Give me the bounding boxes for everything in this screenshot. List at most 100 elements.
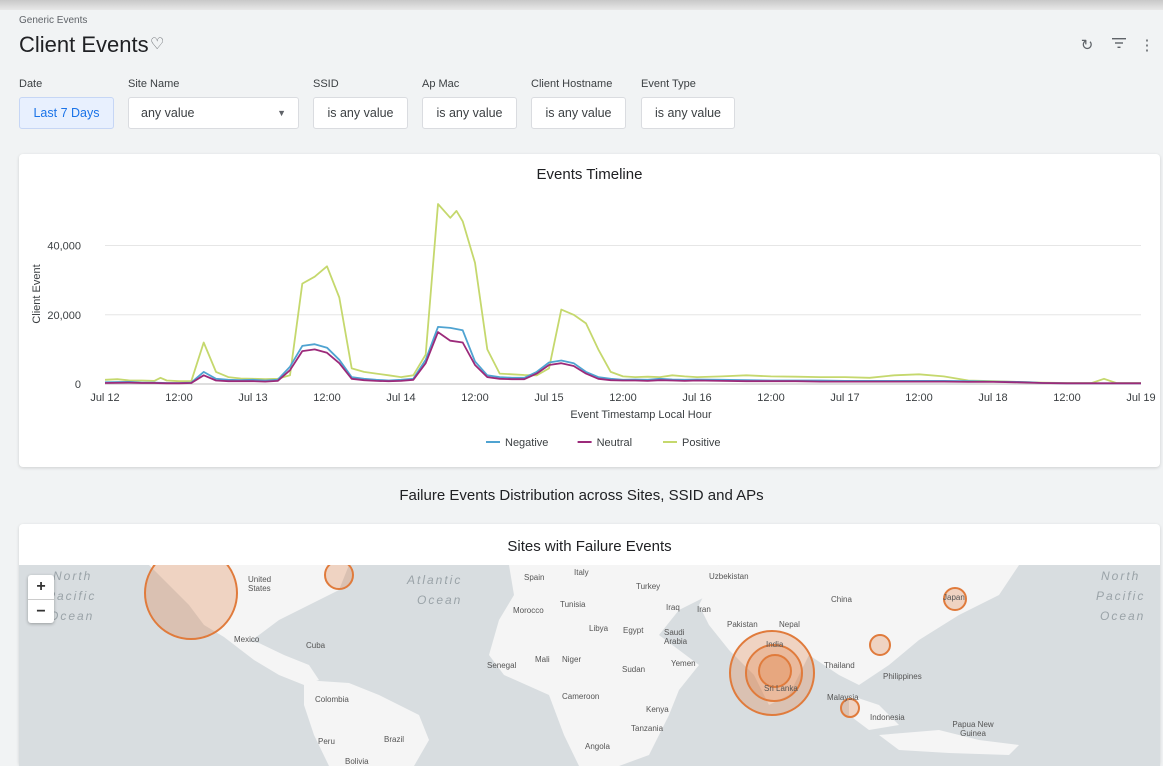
country-label: Angola [585, 742, 610, 751]
country-label: Libya [589, 624, 609, 633]
zoom-out-button[interactable]: − [28, 599, 54, 623]
ocean-label: Ocean [417, 593, 463, 607]
x-tick-label: Jul 16 [682, 392, 711, 404]
country-label: Indonesia [870, 713, 905, 722]
filter-icon[interactable] [1110, 36, 1128, 53]
x-axis-label: Event Timestamp Local Hour [570, 409, 712, 421]
country-label: Spain [524, 573, 545, 582]
zoom-in-button[interactable]: + [28, 575, 54, 599]
legend-label: Neutral [597, 437, 632, 449]
x-tick-label: Jul 19 [1126, 392, 1155, 404]
country-label: Pakistan [727, 620, 758, 629]
x-tick-label: Jul 14 [386, 392, 415, 404]
x-tick-label: Jul 15 [534, 392, 563, 404]
site-name-select[interactable]: any value ▼ [128, 97, 299, 129]
country-label: Turkey [636, 582, 661, 591]
country-label: Uzbekistan [709, 572, 749, 581]
country-label: Papua New Guinea [952, 720, 994, 738]
x-tick-label: Jul 12 [90, 392, 119, 404]
x-tick-label: 12:00 [609, 392, 637, 404]
heart-icon[interactable]: ♡ [150, 34, 164, 54]
country-label: Italy [574, 568, 589, 577]
y-axis-label: Client Event [31, 264, 43, 323]
country-label: Malaysia [827, 693, 859, 702]
x-tick-label: Jul 18 [978, 392, 1007, 404]
x-tick-label: 12:00 [461, 392, 489, 404]
ocean-label: North [53, 569, 93, 583]
ocean-label: Ocean [1100, 609, 1146, 623]
country-label: Bolivia [345, 757, 369, 766]
x-tick-label: 12:00 [905, 392, 933, 404]
x-tick-label: Jul 17 [830, 392, 859, 404]
ssid-filter-button[interactable]: is any value [313, 97, 408, 129]
country-label: Colombia [315, 695, 349, 704]
dashboard-header: Generic Events Client Events ♡ ↻ ⋮ Date … [0, 10, 1163, 145]
country-label: Nepal [779, 620, 800, 629]
country-label: Mali [535, 655, 550, 664]
date-filter-button[interactable]: Last 7 Days [19, 97, 114, 129]
series-line-negative [104, 326, 1141, 385]
legend-label: Negative [505, 437, 548, 449]
country-label: Yemen [671, 659, 696, 668]
country-label: India [766, 640, 784, 649]
country-label: Peru [318, 737, 335, 746]
refresh-icon[interactable]: ↻ [1078, 36, 1096, 54]
country-label: Japan [943, 593, 965, 602]
more-vert-icon[interactable]: ⋮ [1138, 36, 1156, 54]
y-tick-label: 0 [75, 379, 81, 391]
client-hostname-filter-button[interactable]: is any value [531, 97, 626, 129]
filter-label-ssid: SSID [313, 78, 339, 90]
country-label: Morocco [513, 606, 544, 615]
failure-sites-map[interactable]: North Pacific Ocean Atlantic Ocean North… [19, 565, 1160, 766]
country-label: Iraq [666, 603, 680, 612]
country-label: Kenya [646, 705, 669, 714]
section-title: Failure Events Distribution across Sites… [399, 487, 764, 504]
map-zoom-control: + − [28, 575, 54, 623]
x-tick-label: 12:00 [313, 392, 341, 404]
site-name-select-value: any value [141, 106, 195, 120]
filter-label-client-hostname: Client Hostname [531, 78, 613, 90]
ocean-label: Pacific [1096, 589, 1146, 603]
country-label: Senegal [487, 661, 517, 670]
country-label: China [831, 595, 852, 604]
country-label: Tunisia [560, 600, 586, 609]
country-label: United States [248, 575, 272, 593]
legend-label: Positive [682, 437, 721, 449]
events-timeline-chart: 0 20,000 40,000 Jul 12 12:00 Jul 13 12:00 Jul 1… [31, 203, 1156, 449]
filter-label-site-name: Site Name [128, 78, 180, 90]
ocean-label: Ocean [49, 609, 95, 623]
filter-label-date: Date [19, 78, 43, 90]
events-timeline-card: Events Timeline 0 20,000 40,000 Jul 12 12:00… [19, 154, 1160, 467]
x-tick-label: Jul 13 [238, 392, 267, 404]
country-label: Cuba [306, 641, 326, 650]
country-label: Brazil [384, 735, 405, 744]
x-tick-label: 12:00 [757, 392, 785, 404]
ocean-label: Pacific [47, 589, 97, 603]
country-label: Cameroon [562, 692, 600, 701]
breadcrumb[interactable]: Generic Events [19, 15, 87, 26]
ap-mac-filter-button[interactable]: is any value [422, 97, 517, 129]
country-label: Thailand [824, 661, 855, 670]
event-type-filter-button[interactable]: is any value [641, 97, 735, 129]
country-label: Sudan [622, 665, 646, 674]
x-tick-label: 12:00 [1053, 392, 1081, 404]
page-title: Client Events [19, 32, 149, 57]
country-label: Niger [562, 655, 582, 664]
country-label: Tanzania [631, 724, 664, 733]
country-label: Iran [697, 605, 711, 614]
ocean-label: Atlantic [407, 573, 463, 587]
country-label: Philippines [883, 672, 922, 681]
country-label: Saudi Arabia [664, 628, 688, 646]
filter-label-event-type: Event Type [641, 78, 696, 90]
ocean-label: North [1101, 569, 1141, 583]
country-label: Egypt [623, 626, 644, 635]
dropdown-caret-icon: ▼ [277, 108, 286, 118]
series-line-positive [104, 203, 1141, 384]
filter-label-ap-mac: Ap Mac [422, 78, 460, 90]
country-label: Sri Lanka [764, 684, 798, 693]
country-label: Mexico [234, 635, 260, 644]
y-tick-label: 20,000 [47, 310, 81, 322]
map-title: Sites with Failure Events [507, 538, 672, 555]
y-tick-label: 40,000 [47, 241, 81, 253]
x-tick-label: 12:00 [165, 392, 193, 404]
